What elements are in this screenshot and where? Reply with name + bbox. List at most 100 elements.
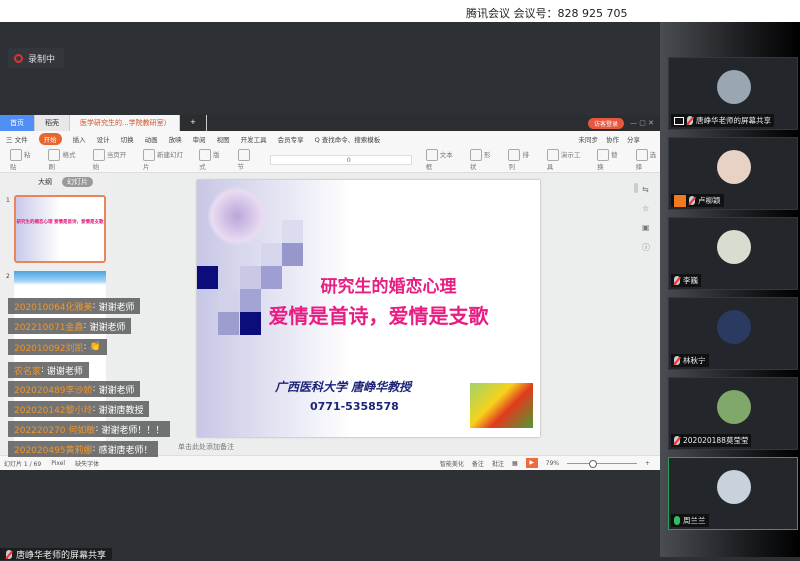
top-bar: 腾讯会议 会议号：828 925 705 <box>0 0 800 22</box>
font-size-field[interactable]: 0 <box>270 154 412 165</box>
comment-button[interactable]: 批注 <box>492 459 504 468</box>
menu-item[interactable]: 放映 <box>169 134 182 144</box>
participant-tile[interactable]: 卢柳颖 <box>668 137 798 210</box>
chat-message: 202220270 何如敏: 谢谢老师！！！ <box>8 421 171 437</box>
menu-item[interactable]: 开发工具 <box>241 134 267 144</box>
chat-user: 202020142黎小玲 <box>14 405 93 416</box>
participant-name: 李巍 <box>683 276 698 285</box>
participant-tile[interactable]: 林秋宁 <box>668 297 798 370</box>
ribbon-button[interactable]: 演示工具 <box>546 148 583 171</box>
zoom-slider[interactable] <box>566 459 637 468</box>
ribbon-button[interactable]: 排列 <box>508 148 532 171</box>
meeting-title: 腾讯会议 会议号：828 925 705 <box>466 7 628 20</box>
menu-item[interactable]: 三 文件 <box>6 134 28 144</box>
copy-icon[interactable]: ▣ <box>642 223 650 232</box>
ribbon-button[interactable]: 节 <box>237 148 257 171</box>
participant-tile[interactable]: 李巍 <box>668 217 798 290</box>
menu-item[interactable]: 设计 <box>97 134 110 144</box>
menu-item[interactable]: 审阅 <box>193 134 206 144</box>
chat-user: 202210071金鑫 <box>14 322 84 333</box>
chat-user: 202010064化雅美 <box>14 302 93 313</box>
chat-message: 202020142黎小玲: 谢谢唐教授 <box>8 401 150 417</box>
mic-muted-icon <box>674 276 680 285</box>
chat-text: 👏 <box>89 342 101 352</box>
settings-icon[interactable]: ⇆ <box>642 185 650 194</box>
ribbon-button[interactable]: 格式刷 <box>48 148 78 171</box>
tab-docer[interactable]: 稻壳 <box>35 115 70 131</box>
recording-indicator[interactable]: 录制中 <box>8 48 64 68</box>
play-button[interactable]: ▶ <box>525 458 538 468</box>
missing-font[interactable]: 缺失字体 <box>75 459 99 468</box>
menu-item[interactable]: 视图 <box>217 134 230 144</box>
scrollbar[interactable] <box>634 183 638 193</box>
chat-text: 谢谢老师 <box>46 366 83 377</box>
ribbon-button[interactable]: 新建幻灯片 <box>142 148 185 171</box>
right-tool-icons: ⇆ ☆ ▣ ⓘ <box>642 185 650 253</box>
ribbon-icon <box>635 148 648 161</box>
pin-icon[interactable]: ☆ <box>642 204 650 213</box>
chat-message: 202210071金鑫: 谢谢老师 <box>8 318 132 334</box>
chat-text: 谢谢老师！！！ <box>101 425 165 436</box>
menu-item[interactable]: 动画 <box>145 134 158 144</box>
ribbon-toolbar: 粘贴 格式刷 当页开始 新建幻灯片 版式节 0 文本框 形状 排列 演示工具 替换 选择 <box>0 147 660 173</box>
help-icon[interactable]: ⓘ <box>642 242 650 253</box>
mic-muted-icon <box>687 116 693 125</box>
ribbon-button[interactable]: 版式 <box>199 148 223 171</box>
ribbon-button[interactable]: 文本框 <box>425 148 456 171</box>
tab-slides[interactable]: 幻灯片 <box>62 177 93 187</box>
chat-text: 谢谢老师 <box>98 302 135 313</box>
menu-right-item[interactable]: 未同步 <box>579 134 599 144</box>
slide-counter: 幻灯片 1 / 69 <box>4 460 42 468</box>
participant-tile[interactable]: 周兰兰 <box>668 457 798 530</box>
ribbon-icon <box>597 148 610 161</box>
zoom-level[interactable]: 79% <box>546 460 559 467</box>
record-icon <box>14 53 23 63</box>
ribbon-icon <box>425 148 438 161</box>
slide-canvas[interactable]: 研究生的婚恋心理 爱情是首诗，爱情是支歌 广西医科大学 唐峥华教授 0771-5… <box>197 180 540 437</box>
ribbon-button[interactable]: 粘贴 <box>10 148 34 171</box>
avatar <box>717 470 751 504</box>
chat-user: 202020495黄莉娜 <box>14 445 93 456</box>
tab-home[interactable]: 首页 <box>0 115 35 131</box>
menu-item[interactable]: 插入 <box>73 134 86 144</box>
participant-tile[interactable]: 202020188莫莹莹 <box>668 377 798 450</box>
tab-bar: 首页 稻壳 医学研究生的...学院教研室） + 访客登录 — ▢ ✕ <box>0 115 660 131</box>
tab-document[interactable]: 医学研究生的...学院教研室） <box>70 115 180 131</box>
chat-message: 202020489李沙娇: 谢谢老师 <box>8 381 141 397</box>
menu-item[interactable]: Q 查找命令、搜索模板 <box>315 134 381 144</box>
mic-muted-icon <box>689 196 695 205</box>
new-tab-button[interactable]: + <box>180 115 207 131</box>
menu-item[interactable]: 切换 <box>121 134 134 144</box>
chat-message: 202010092刘凯: 👏 <box>8 339 107 355</box>
chat-user: 202220270 何如敏 <box>14 425 96 436</box>
status-bar: 幻灯片 1 / 69 Pixel 缺失字体 智能美化 备注 批注 ▦ ▶ 79%… <box>0 455 660 470</box>
tab-outline[interactable]: 大纲 <box>38 177 52 187</box>
menu-item[interactable]: 会员专享 <box>278 134 304 144</box>
slide-author: 广西医科大学 唐峥华教授 <box>275 380 412 394</box>
chat-message: 农名家: 谢谢老师 <box>8 362 89 378</box>
notes-placeholder[interactable]: 单击此处添加备注 <box>178 442 234 452</box>
beautify-button[interactable]: 智能美化 <box>440 459 464 468</box>
menu-right-item[interactable]: 协作 <box>606 134 619 144</box>
view-normal-icon[interactable]: ▦ <box>512 460 518 467</box>
ribbon-icon <box>237 148 250 161</box>
ribbon-button[interactable]: 替换 <box>597 148 621 171</box>
menu-right-item[interactable]: 分享 <box>627 134 640 144</box>
avatar <box>717 70 751 104</box>
notes-button[interactable]: 备注 <box>472 459 484 468</box>
participant-tile[interactable]: 唐峥华老师的屏幕共享 <box>668 57 798 130</box>
avatar <box>717 310 751 344</box>
chat-text: 谢谢唐教授 <box>98 405 144 416</box>
zoom-in-icon[interactable]: + <box>645 460 650 467</box>
menu-item[interactable]: 开始 <box>38 133 62 145</box>
ribbon-button[interactable]: 当页开始 <box>92 148 129 171</box>
window-controls[interactable]: — ▢ ✕ <box>630 119 654 127</box>
login-button[interactable]: 访客登录 <box>588 117 625 129</box>
ribbon-button[interactable]: 形状 <box>470 148 494 171</box>
slide-thumbnail-1[interactable]: 研究生的婚恋心理 爱情是首诗，爱情是支歌 <box>14 195 106 263</box>
participant-name: 唐峥华老师的屏幕共享 <box>696 116 771 125</box>
participant-name: 周兰兰 <box>683 516 706 525</box>
participant-name: 202020188莫莹莹 <box>683 436 749 445</box>
ribbon-icon <box>92 148 105 161</box>
ribbon-button[interactable]: 选择 <box>635 148 660 171</box>
